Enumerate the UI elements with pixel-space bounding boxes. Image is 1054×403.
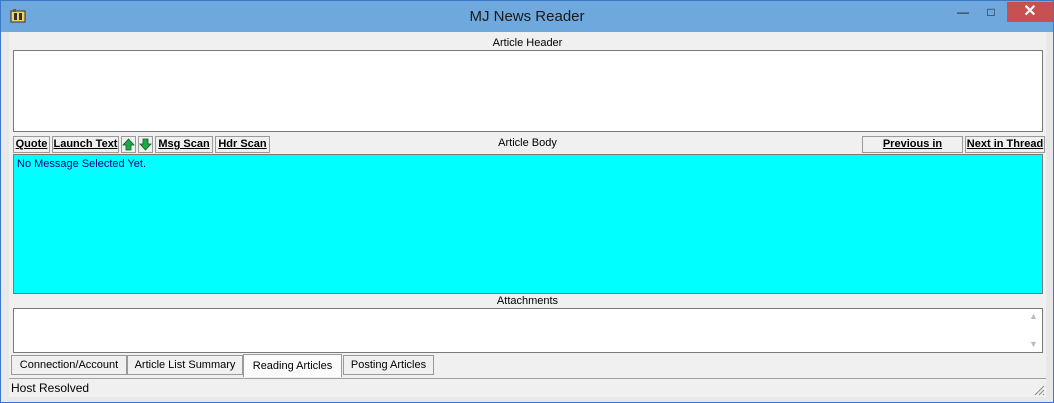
article-body-text: No Message Selected Yet. <box>17 158 147 170</box>
minimize-button[interactable]: — <box>948 2 978 22</box>
attachments-label: Attachments <box>496 295 559 307</box>
tab-connection-account[interactable]: Connection/Account <box>11 355 127 375</box>
maximize-button[interactable]: □ <box>976 2 1006 22</box>
scroll-up-icon[interactable]: ▲ <box>1029 311 1038 321</box>
tab-bar: Connection/Account Article List Summary … <box>9 354 1046 377</box>
title-bar[interactable]: MJ News Reader — □ ✕ <box>1 1 1053 32</box>
attachments-scrollbar[interactable]: ▲ ▼ <box>1025 309 1042 352</box>
tab-reading-articles[interactable]: Reading Articles <box>243 354 342 377</box>
app-window: MJ News Reader — □ ✕ Article Header Quot… <box>0 0 1054 403</box>
previous-in-thread-button[interactable]: Previous in Thread <box>862 136 963 165</box>
window-title: MJ News Reader <box>469 8 585 25</box>
close-button[interactable]: ✕ <box>1007 2 1053 22</box>
client-area: Article Header Quote Launch Text Msg Sca… <box>9 32 1046 397</box>
status-bar: Host Resolved <box>9 378 1046 397</box>
status-text: Host Resolved <box>11 381 90 395</box>
tab-posting-articles[interactable]: Posting Articles <box>343 355 434 375</box>
resize-grip-icon[interactable] <box>1033 384 1045 396</box>
next-in-thread-button[interactable]: Next in Thread <box>965 136 1045 153</box>
attachments-panel[interactable]: ▲ ▼ <box>13 308 1043 353</box>
article-toolbar: Quote Launch Text Msg Scan Hdr Scan Arti… <box>9 134 1046 165</box>
article-body-panel[interactable]: No Message Selected Yet. <box>13 154 1043 294</box>
article-header-label: Article Header <box>492 37 563 49</box>
tab-article-list-summary[interactable]: Article List Summary <box>127 355 243 375</box>
article-header-panel[interactable] <box>13 50 1043 132</box>
scroll-down-icon[interactable]: ▼ <box>1029 339 1038 349</box>
